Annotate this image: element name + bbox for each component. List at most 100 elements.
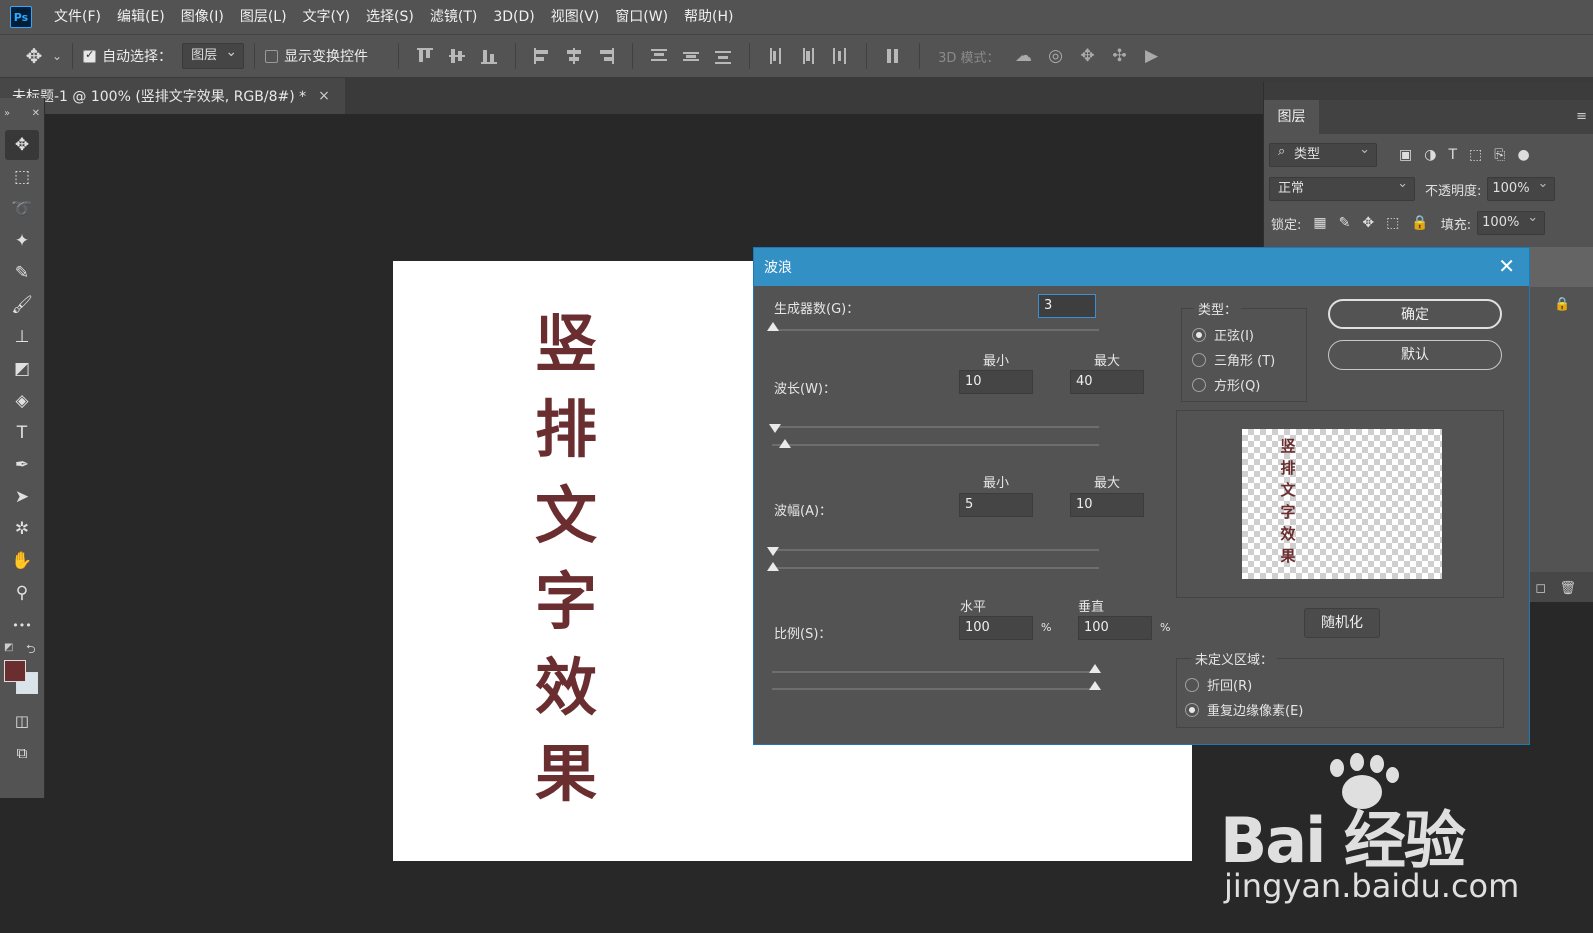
type-square-option[interactable]: 方形(Q) (1192, 375, 1260, 394)
repeat-edge-option[interactable]: 重复边缘像素(E) (1185, 700, 1303, 719)
scale-horizontal-input[interactable]: 100 (959, 616, 1033, 640)
distribute-hcenter-icon[interactable] (796, 44, 820, 68)
eyedropper-tool-icon[interactable]: ✎ (5, 258, 39, 288)
menu-image[interactable]: 图像(I) (173, 0, 232, 34)
hand-tool-icon[interactable]: ✋ (5, 546, 39, 576)
menu-type[interactable]: 文字(Y) (295, 0, 358, 34)
collapse-icon[interactable]: » (4, 108, 10, 119)
auto-select-target-dropdown[interactable]: 图层 (182, 40, 245, 69)
auto-align-icon[interactable] (881, 44, 905, 68)
3d-roll-icon[interactable]: ◎ (1043, 44, 1067, 68)
close-icon[interactable]: ✕ (32, 108, 40, 119)
3d-slide-icon[interactable]: ✣ (1107, 44, 1131, 68)
ok-button[interactable]: 确定 (1328, 299, 1502, 329)
fill-input[interactable]: 100% (1477, 207, 1546, 235)
lock-all-icon[interactable]: 🔒 (1411, 215, 1428, 231)
menu-edit[interactable]: 编辑(E) (109, 0, 173, 34)
wrap-around-option[interactable]: 折回(R) (1185, 675, 1252, 694)
zoom-tool-icon[interactable]: ⚲ (5, 578, 39, 608)
lock-position-icon[interactable]: ✥ (1362, 215, 1374, 231)
wavelength-max-input[interactable]: 40 (1070, 370, 1144, 394)
close-icon[interactable]: × (318, 88, 330, 104)
amplitude-max-thumb[interactable] (767, 562, 779, 571)
amplitude-min-input[interactable]: 5 (959, 493, 1033, 517)
radio-wrap-around[interactable] (1185, 677, 1199, 692)
generators-slider-track[interactable] (772, 329, 1099, 331)
randomize-button[interactable]: 随机化 (1304, 608, 1380, 638)
distribute-top-icon[interactable] (647, 44, 671, 68)
radio-repeat-edge[interactable] (1185, 702, 1199, 717)
type-tool-icon[interactable]: T (5, 418, 39, 448)
filter-toggle-icon[interactable]: ● (1517, 147, 1529, 163)
wavelength-max-slider[interactable] (772, 444, 1099, 446)
3d-pan-icon[interactable]: ✥ (1075, 44, 1099, 68)
magic-wand-tool-icon[interactable]: ✦ (5, 226, 39, 256)
trash-icon[interactable]: 🗑 (1559, 581, 1576, 596)
dialog-titlebar[interactable]: 波浪 (754, 248, 1529, 286)
shape-tool-icon[interactable]: ✲ (5, 514, 39, 544)
align-right-icon[interactable] (594, 44, 618, 68)
align-bottom-icon[interactable] (477, 44, 501, 68)
align-hcenter-icon[interactable] (562, 44, 586, 68)
filter-pixel-icon[interactable]: ▣ (1399, 147, 1412, 163)
filter-smart-object-icon[interactable]: ⎘ (1494, 147, 1505, 163)
distribute-left-icon[interactable] (764, 44, 788, 68)
show-transform-checkbox[interactable] (265, 49, 279, 63)
amplitude-min-thumb[interactable] (767, 547, 779, 556)
distribute-right-icon[interactable] (828, 44, 852, 68)
filter-adjustment-icon[interactable]: ◑ (1424, 147, 1436, 163)
panel-menu-icon[interactable]: ≡ (1576, 100, 1587, 134)
tool-preset-chevron-icon[interactable]: ⌄ (52, 49, 62, 63)
scale-v-slider[interactable] (772, 688, 1099, 690)
3d-rotate-icon[interactable]: ☁ (1011, 44, 1035, 68)
filter-shape-icon[interactable]: ⬚ (1469, 147, 1482, 163)
align-vcenter-icon[interactable] (445, 44, 469, 68)
amplitude-max-input[interactable]: 10 (1070, 493, 1144, 517)
scale-v-thumb[interactable] (1089, 681, 1101, 690)
wavelength-max-thumb[interactable] (779, 439, 791, 448)
wavelength-min-input[interactable]: 10 (959, 370, 1033, 394)
type-sine-option[interactable]: 正弦(I) (1192, 325, 1254, 344)
move-tool-icon[interactable]: ✥ (5, 130, 39, 160)
menu-help[interactable]: 帮助(H) (676, 0, 741, 34)
type-triangle-option[interactable]: 三角形 (T) (1192, 350, 1275, 369)
lock-artboard-icon[interactable]: ⬚ (1386, 215, 1399, 231)
lock-transparent-icon[interactable]: ▦ (1313, 215, 1326, 231)
default-colors-icon[interactable]: ◩ (4, 642, 13, 653)
radio-triangle[interactable] (1192, 352, 1206, 367)
align-top-icon[interactable] (413, 44, 437, 68)
pen-tool-icon[interactable]: ✒ (5, 450, 39, 480)
lasso-tool-icon[interactable]: ➰ (5, 194, 39, 224)
paint-bucket-tool-icon[interactable]: ◈ (5, 386, 39, 416)
amplitude-max-slider[interactable] (772, 567, 1099, 569)
menu-select[interactable]: 选择(S) (358, 0, 422, 34)
more-tools-icon[interactable]: ••• (5, 610, 39, 640)
marquee-tool-icon[interactable]: ⬚ (5, 162, 39, 192)
distribute-bottom-icon[interactable] (711, 44, 735, 68)
filter-type-icon[interactable]: T (1448, 147, 1457, 163)
3d-camera-icon[interactable]: ▶ (1139, 44, 1163, 68)
quick-mask-icon[interactable]: ◫ (5, 706, 39, 736)
menu-view[interactable]: 视图(V) (543, 0, 608, 34)
blend-mode-dropdown[interactable]: 正常 (1269, 173, 1415, 201)
generators-input[interactable]: 3 (1038, 294, 1096, 318)
auto-select-checkbox[interactable] (83, 48, 97, 63)
path-select-tool-icon[interactable]: ➤ (5, 482, 39, 512)
menu-filter[interactable]: 滤镜(T) (422, 0, 485, 34)
menu-layer[interactable]: 图层(L) (232, 0, 295, 34)
align-left-icon[interactable] (530, 44, 554, 68)
swap-colors-icon[interactable]: ⮌ (26, 640, 36, 661)
menu-3d[interactable]: 3D(D) (485, 0, 542, 34)
screen-mode-icon[interactable]: ⧉ (5, 738, 39, 768)
amplitude-min-slider[interactable] (772, 549, 1099, 551)
generators-slider-thumb[interactable] (767, 322, 779, 331)
foreground-color-swatch[interactable] (4, 660, 26, 682)
tab-layers[interactable]: 图层 (1264, 100, 1319, 134)
brush-tool-icon[interactable]: 🖌 (5, 290, 39, 320)
lock-image-icon[interactable]: ✎ (1339, 215, 1351, 231)
menu-window[interactable]: 窗口(W) (607, 0, 676, 34)
wavelength-min-thumb[interactable] (769, 424, 781, 433)
scale-h-thumb[interactable] (1089, 664, 1101, 673)
document-tab[interactable]: 未标题-1 @ 100% (竖排文字效果, RGB/8#) * × (0, 78, 345, 114)
move-icon[interactable]: ✥ (22, 44, 46, 68)
